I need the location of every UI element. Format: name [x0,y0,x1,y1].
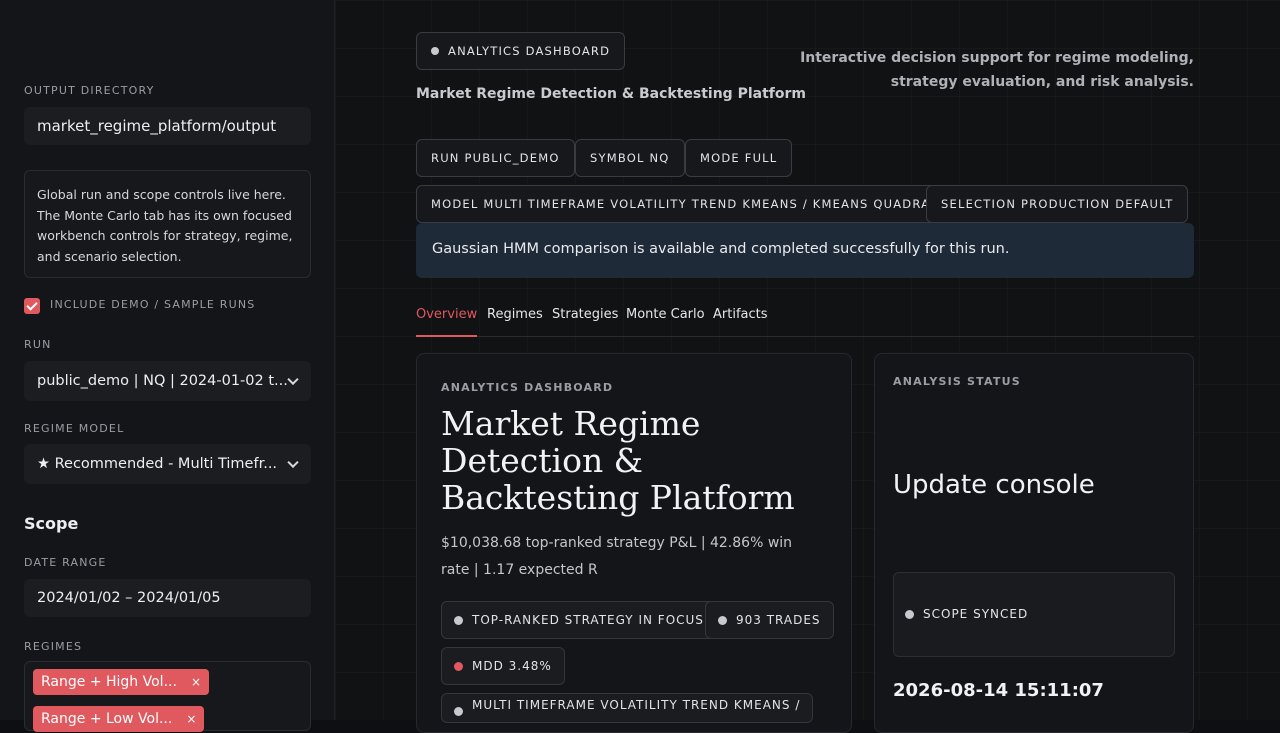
status-card [874,353,1194,733]
chip-symbol: SYMBOL NQ [575,139,685,177]
pill-label: MDD 3.48% [472,659,552,673]
regime-model-value: ★ Recommended - Multi Timefr... [37,456,278,472]
sidebar-note: Global run and scope controls live here.… [24,170,311,278]
pill-label: 903 TRADES [736,613,821,627]
scope-heading: Scope [24,514,79,533]
date-range-label: DATE RANGE [24,556,107,569]
tab-bar: Overview Regimes Strategies Monte Carlo … [416,300,1194,337]
scope-status-label: SCOPE SYNCED [923,607,1029,621]
tab-monte-carlo[interactable]: Monte Carlo [626,307,705,322]
tab-overview[interactable]: Overview [416,307,478,337]
tab-strategies[interactable]: Strategies [552,307,618,322]
status-dot-icon [905,609,914,619]
chip-model: MODEL MULTI TIMEFRAME VOLATILITY TREND K… [416,185,964,223]
status-dot-icon [454,615,463,625]
regime-tag[interactable]: Range + High Vol... × [33,669,209,695]
sidebar: OUTPUT DIRECTORY market_regime_platform/… [0,0,335,732]
tab-artifacts[interactable]: Artifacts [713,307,768,322]
pill-mdd: MDD 3.48% [441,647,565,685]
regime-model-select[interactable]: ★ Recommended - Multi Timefr... [24,444,311,484]
pill-top-strategy: TOP-RANKED STRATEGY IN FOCUS [441,601,717,639]
output-directory-input[interactable]: market_regime_platform/output [24,107,311,145]
status-title: Update console [893,470,1095,500]
pill-model: MULTI TIMEFRAME VOLATILITY TREND KMEANS … [441,693,814,723]
scope-status: SCOPE SYNCED [905,607,1028,621]
run-select[interactable]: public_demo | NQ | 2024-01-02 t... [24,361,311,401]
close-icon[interactable]: × [186,712,196,726]
header-subtitle: Market Regime Detection & Backtesting Pl… [416,86,806,102]
include-demo-checkbox[interactable] [24,298,40,314]
header-description: Interactive decision support for regime … [800,50,1194,90]
overview-summary: $10,038.68 top-ranked strategy P&L | 42.… [441,535,793,578]
status-dot-icon [431,47,439,55]
tab-regimes[interactable]: Regimes [487,307,543,322]
close-icon[interactable]: × [191,675,201,689]
run-select-value: public_demo | NQ | 2024-01-02 t... [37,373,288,389]
overview-title: Market Regime Detection & Backtesting Pl… [441,404,795,517]
regime-tag[interactable]: Range + Low Vol... × [33,706,205,732]
header-badge-label: ANALYTICS DASHBOARD [448,44,611,58]
regime-tag-label: Range + High Vol... [41,674,177,690]
pill-label: TOP-RANKED STRATEGY IN FOCUS [472,613,704,627]
regime-model-label: REGIME MODEL [24,422,125,435]
status-dot-icon [454,707,463,716]
status-timestamp: 2026-08-14 15:11:07 [893,680,1104,701]
overview-eyebrow: ANALYTICS DASHBOARD [441,381,614,394]
include-demo-label: INCLUDE DEMO / SAMPLE RUNS [50,298,256,311]
run-label: RUN [24,338,52,351]
chip-selection: SELECTION PRODUCTION DEFAULT [926,185,1189,223]
regime-tag-label: Range + Low Vol... [41,711,173,727]
status-eyebrow: ANALYSIS STATUS [893,375,1021,388]
regimes-label: REGIMES [24,640,83,653]
chip-run: RUN PUBLIC_DEMO [416,139,575,177]
pill-label: MULTI TIMEFRAME VOLATILITY TREND KMEANS … [472,698,801,712]
header-badge: ANALYTICS DASHBOARD [416,32,626,70]
status-dot-icon [718,615,727,625]
output-directory-label: OUTPUT DIRECTORY [24,84,155,97]
pill-trades: 903 TRADES [705,601,834,639]
info-banner: Gaussian HMM comparison is available and… [416,223,1194,278]
date-range-input[interactable]: 2024/01/02 – 2024/01/05 [24,579,311,617]
alert-dot-icon [454,661,463,671]
chip-mode: MODE FULL [685,139,793,177]
